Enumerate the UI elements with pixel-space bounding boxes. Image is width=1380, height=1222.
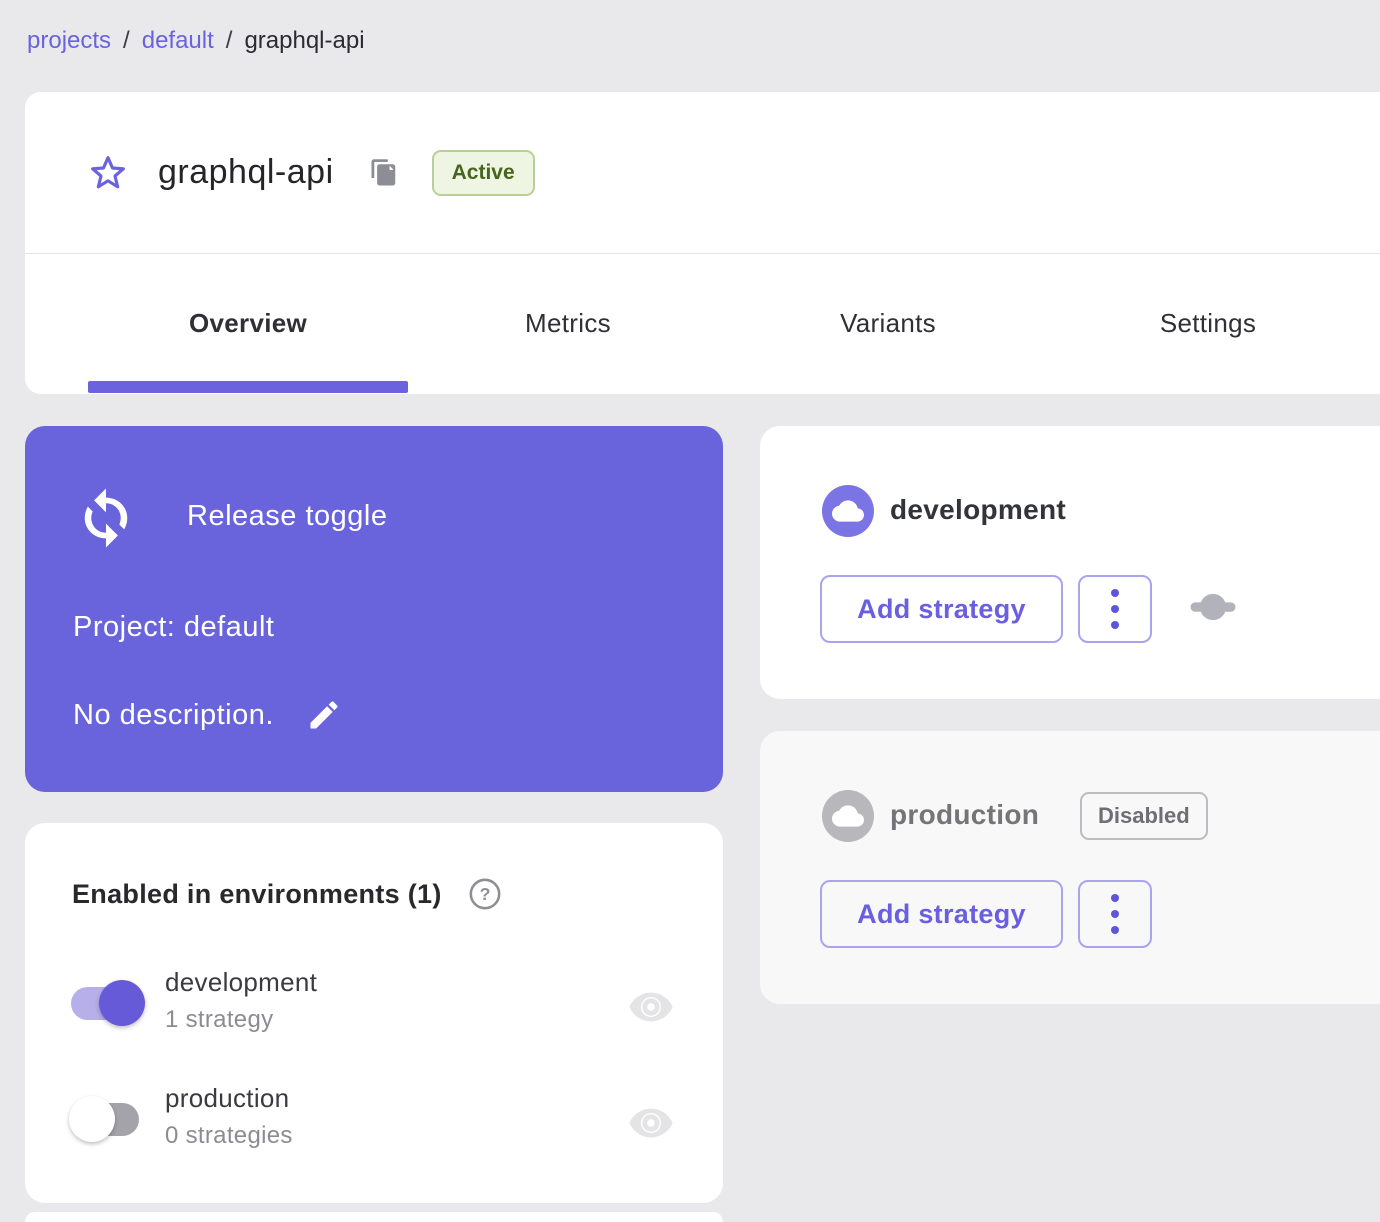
visibility-eye-icon[interactable] bbox=[627, 1099, 675, 1147]
edit-description-icon[interactable] bbox=[306, 697, 342, 733]
visibility-eye-icon[interactable] bbox=[627, 983, 675, 1031]
project-label: Project: default bbox=[73, 611, 275, 643]
environment-card-title: development bbox=[890, 494, 1067, 525]
page-title: graphql-api bbox=[158, 153, 334, 191]
copy-name-icon[interactable] bbox=[368, 157, 400, 189]
add-strategy-button[interactable]: Add strategy bbox=[820, 575, 1063, 643]
description-text: No description. bbox=[73, 698, 274, 731]
release-toggle-icon bbox=[84, 488, 128, 548]
kebab-dot bbox=[1111, 621, 1119, 629]
toggle-overview-card: Release toggle Project: default No descr… bbox=[25, 426, 723, 792]
tab-variants[interactable]: Variants bbox=[728, 308, 1048, 339]
environment-row-development: development 1 strategy bbox=[25, 961, 723, 1053]
production-toggle[interactable] bbox=[69, 1095, 147, 1143]
cloud-icon bbox=[822, 485, 874, 537]
active-tab-indicator bbox=[88, 381, 408, 393]
breadcrumb-separator: / bbox=[225, 27, 233, 54]
environment-name: development bbox=[165, 967, 318, 997]
svg-text:?: ? bbox=[479, 884, 490, 904]
tab-settings[interactable]: Settings bbox=[1048, 308, 1368, 339]
feature-header-card: graphql-api Active Overview Metrics Vari… bbox=[25, 92, 1380, 394]
feature-flag-page: projects / default / graphql-api graphql… bbox=[0, 0, 1380, 1222]
breadcrumb-current: graphql-api bbox=[244, 27, 365, 54]
disabled-badge: Disabled bbox=[1080, 792, 1208, 840]
feature-title-row: graphql-api Active bbox=[25, 92, 1380, 254]
development-environment-card: development Add strategy bbox=[760, 426, 1380, 699]
next-card-top-edge bbox=[25, 1212, 723, 1222]
breadcrumb: projects / default / graphql-api bbox=[27, 27, 365, 55]
kebab-dot bbox=[1111, 589, 1119, 597]
strategy-slider-icon bbox=[1190, 593, 1236, 621]
environment-row-production: production 0 strategies bbox=[25, 1077, 723, 1169]
tab-bar: Overview Metrics Variants Settings bbox=[25, 254, 1380, 393]
kebab-dot bbox=[1111, 605, 1119, 613]
breadcrumb-separator: / bbox=[123, 27, 130, 54]
tab-overview[interactable]: Overview bbox=[88, 308, 408, 339]
development-toggle[interactable] bbox=[69, 979, 147, 1027]
toggle-type-row: Release toggle bbox=[72, 482, 387, 550]
tab-metrics[interactable]: Metrics bbox=[408, 308, 728, 339]
toggle-thumb bbox=[69, 1096, 115, 1142]
kebab-dot bbox=[1111, 910, 1119, 918]
enabled-environments-panel: Enabled in environments (1) ? developmen… bbox=[25, 823, 723, 1203]
status-badge: Active bbox=[431, 149, 535, 196]
environment-name: production bbox=[165, 1083, 290, 1113]
breadcrumb-projects-link[interactable]: projects bbox=[27, 27, 111, 55]
kebab-dot bbox=[1111, 926, 1119, 934]
environment-strategy-count: 0 strategies bbox=[165, 1122, 293, 1149]
help-icon[interactable]: ? bbox=[468, 877, 502, 911]
enabled-environments-title: Enabled in environments (1) bbox=[72, 878, 442, 909]
favorite-star-icon[interactable] bbox=[88, 153, 128, 193]
toggle-type-label: Release toggle bbox=[187, 499, 388, 532]
production-environment-card: production Disabled Add strategy bbox=[760, 731, 1380, 1004]
environment-menu-button[interactable] bbox=[1078, 880, 1152, 948]
toggle-thumb bbox=[99, 980, 145, 1026]
environment-menu-button[interactable] bbox=[1078, 575, 1152, 643]
kebab-dot bbox=[1111, 894, 1119, 902]
cloud-icon bbox=[822, 790, 874, 842]
environment-strategy-count: 1 strategy bbox=[165, 1006, 274, 1033]
breadcrumb-default-link[interactable]: default bbox=[142, 27, 214, 55]
environment-card-title: production bbox=[890, 799, 1040, 830]
add-strategy-button[interactable]: Add strategy bbox=[820, 880, 1063, 948]
